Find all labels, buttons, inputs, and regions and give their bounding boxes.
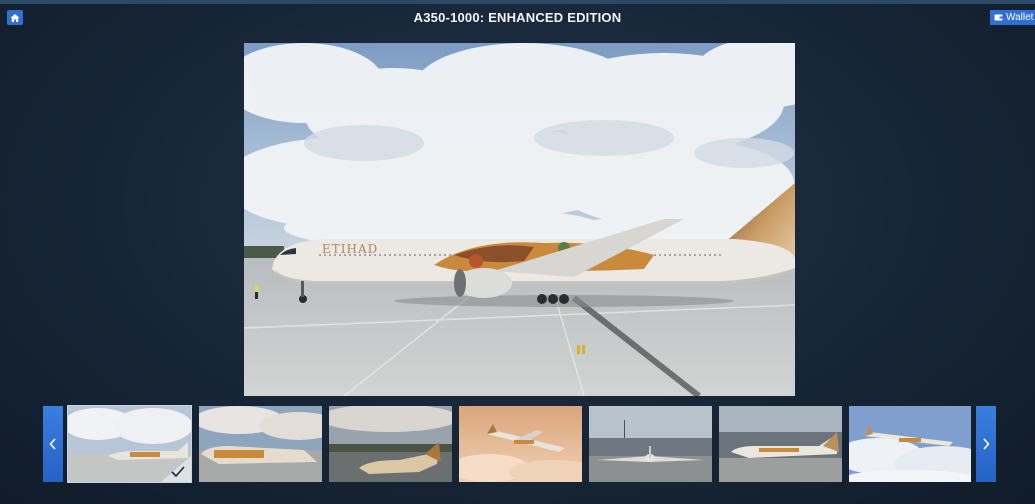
svg-text:ETIHAD: ETIHAD <box>322 242 378 256</box>
chevron-left-icon <box>49 438 56 450</box>
thumbnail-3[interactable] <box>329 406 452 482</box>
wallet-button[interactable]: Wallet <box>990 10 1035 25</box>
wallet-label: Wallet <box>1006 12 1034 23</box>
thumbnail-6[interactable] <box>719 406 842 482</box>
page-title: A350-1000: ENHANCED EDITION <box>413 10 622 25</box>
top-strip <box>0 0 1035 4</box>
main-preview-image: ETIHAD <box>244 43 795 396</box>
wallet-icon <box>994 14 1003 21</box>
chevron-right-icon <box>983 438 990 450</box>
selected-check-icon <box>161 456 191 482</box>
thumbnail-2[interactable] <box>199 406 322 482</box>
next-image-button[interactable] <box>976 406 996 482</box>
thumbnail-7[interactable] <box>849 406 971 482</box>
thumbnail-1[interactable] <box>67 405 192 483</box>
prev-image-button[interactable] <box>43 406 63 482</box>
thumbnail-5[interactable] <box>589 406 712 482</box>
thumbnail-4[interactable] <box>459 406 582 482</box>
